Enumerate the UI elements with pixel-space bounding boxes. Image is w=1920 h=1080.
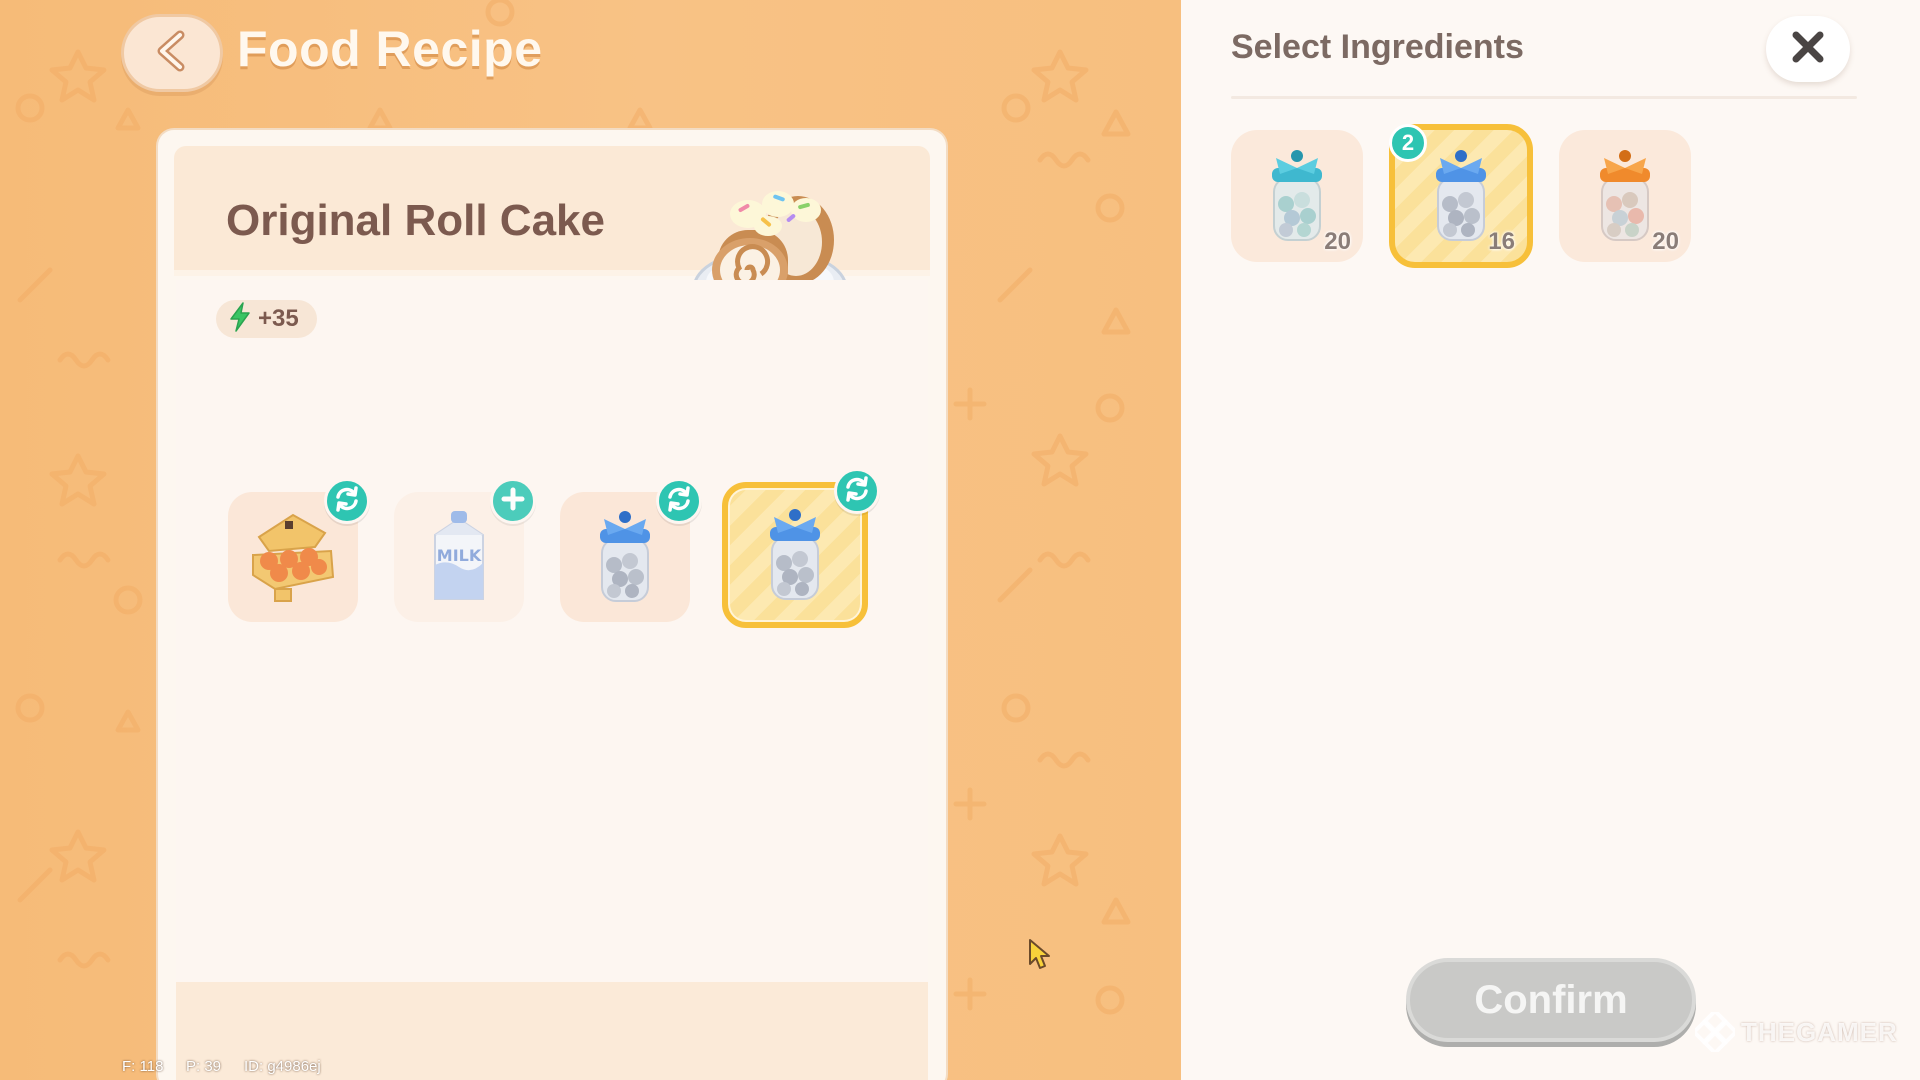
teal-candy-jar-icon [1272,150,1322,241]
ingredient-option-teal-jar[interactable]: 20 [1231,130,1363,262]
close-button[interactable] [1766,16,1850,82]
add-ingredient-button[interactable] [490,478,536,524]
page-title: Food Recipe [237,21,543,77]
background: Food Recipe Original Roll Cake +35 MILK … [0,0,1181,1080]
watermark: THEGAMER [1695,1012,1898,1052]
egg-carton-icon [252,513,335,602]
recipe-card: Original Roll Cake +35 MILK [158,130,946,1080]
plus-icon [500,486,526,517]
ingredient-slot-candy-jar-2[interactable] [722,468,880,628]
swap-icon [843,475,871,508]
ingredient-option-orange-jar[interactable]: 20 [1559,130,1691,262]
back-button[interactable] [121,14,223,92]
blue-candy-jar-icon [770,509,820,600]
swap-icon [333,485,361,518]
recipe-name: Original Roll Cake [226,196,605,245]
ingredient-count: 20 [1652,228,1679,255]
chevron-left-icon [152,29,192,78]
ingredient-slot-egg[interactable] [228,478,370,622]
watermark-text: THEGAMER [1741,1016,1898,1047]
thegamer-logo-icon [1695,1012,1735,1052]
swap-ingredient-button[interactable] [656,478,702,524]
recipe-body: +35 MILK [176,280,928,982]
debug-id: ID: g4986ej [244,1058,321,1075]
ingredient-count: 16 [1488,228,1515,255]
swap-ingredient-button[interactable] [324,478,370,524]
svg-text:MILK: MILK [437,546,482,565]
blue-candy-jar-icon [1436,150,1486,241]
milk-carton-icon: MILK [434,511,484,600]
ingredient-slot-candy-jar-1[interactable] [560,478,702,622]
energy-value: +35 [258,305,299,332]
close-icon [1790,29,1826,70]
blue-candy-jar-icon [600,511,650,602]
debug-frame: F: 118 [122,1058,164,1075]
swap-icon [665,485,693,518]
lightning-icon [228,301,252,337]
orange-candy-jar-icon [1600,150,1650,241]
ingredient-slot-milk[interactable]: MILK [394,478,536,622]
select-ingredients-panel: Select Ingredients 20 16 2 20 Confirm TH… [1181,0,1920,1080]
pointer-cursor-icon [1029,939,1050,969]
confirm-button[interactable]: Confirm [1406,958,1696,1042]
energy-badge: +35 [216,300,317,338]
ingredient-option-blue-jar[interactable]: 16 2 [1389,124,1533,268]
panel-divider [1231,96,1857,99]
panel-title: Select Ingredients [1231,28,1524,66]
swap-ingredient-button[interactable] [834,468,880,514]
ingredient-count: 20 [1324,228,1351,255]
debug-ping: P: 39 [186,1058,222,1075]
selected-count-badge: 2 [1389,124,1427,162]
